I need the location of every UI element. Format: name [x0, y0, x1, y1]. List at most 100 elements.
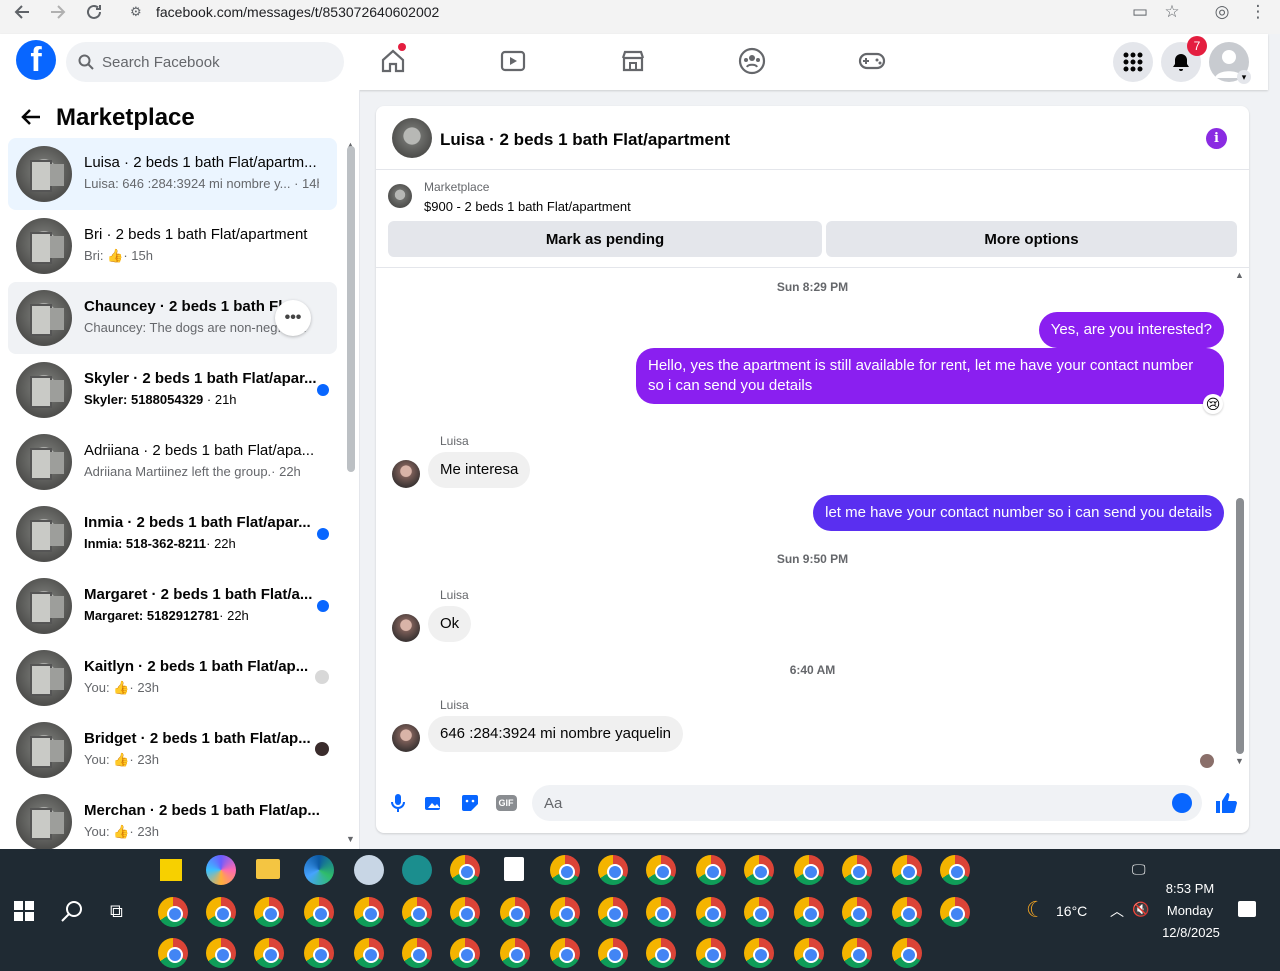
address-bar[interactable]: ⚙ facebook.com/messages/t/85307264060200…: [118, 0, 1198, 24]
mark-as-pending-button[interactable]: Mark as pending: [388, 221, 822, 257]
chrome-icon[interactable]: [500, 897, 530, 927]
weather-moon-icon[interactable]: ☾: [1026, 897, 1046, 923]
network-icon[interactable]: 🖵: [1132, 861, 1146, 878]
copilot-icon[interactable]: [206, 855, 236, 885]
chrome-icon[interactable]: [450, 938, 480, 968]
install-icon[interactable]: ▭: [1128, 0, 1152, 24]
chrome-icon[interactable]: [354, 938, 384, 968]
microphone-icon[interactable]: [386, 791, 410, 815]
sender-avatar[interactable]: [392, 460, 420, 488]
home-icon[interactable]: [378, 43, 408, 76]
chrome-icon[interactable]: [402, 897, 432, 927]
chrome-icon[interactable]: [892, 897, 922, 927]
video-icon[interactable]: [498, 46, 528, 76]
conversation-item[interactable]: Inmia · 2 beds 1 bath Flat/apar... Inmia…: [8, 498, 337, 570]
volume-muted-icon[interactable]: 🔇: [1132, 901, 1149, 918]
chrome-icon[interactable]: [940, 897, 970, 927]
chrome-icon[interactable]: [598, 938, 628, 968]
listing-price-title[interactable]: $900 - 2 beds 1 bath Flat/apartment: [424, 199, 631, 214]
search-icon[interactable]: [60, 899, 84, 928]
forward-icon[interactable]: [46, 0, 70, 24]
back-icon[interactable]: [10, 0, 34, 24]
chrome-icon[interactable]: [744, 897, 774, 927]
chrome-icon[interactable]: [450, 855, 480, 885]
account-avatar[interactable]: ▾: [1209, 42, 1251, 84]
chrome-icon[interactable]: [550, 897, 580, 927]
marketplace-icon[interactable]: [618, 46, 648, 76]
chrome-icon[interactable]: [696, 855, 726, 885]
browser-menu-icon[interactable]: ⋮: [1246, 0, 1270, 24]
chrome-icon[interactable]: [892, 938, 922, 968]
notifications-button[interactable]: 7: [1161, 36, 1207, 82]
back-arrow-icon[interactable]: [20, 106, 42, 135]
clock-date[interactable]: 12/8/2025: [1156, 925, 1226, 940]
chrome-icon[interactable]: [842, 938, 872, 968]
chrome-icon[interactable]: [254, 938, 284, 968]
chrome-icon[interactable]: [450, 897, 480, 927]
sticker-icon[interactable]: [458, 791, 482, 815]
conversation-item[interactable]: Luisa · 2 beds 1 bath Flat/apartm... Lui…: [8, 138, 337, 210]
chrome-icon[interactable]: [794, 897, 824, 927]
conversation-item[interactable]: Chauncey · 2 beds 1 bath Flat... Chaunce…: [8, 282, 337, 354]
app-icon[interactable]: [354, 855, 384, 885]
facebook-logo-icon[interactable]: f: [16, 40, 56, 80]
emoji-icon[interactable]: [1172, 793, 1192, 813]
chrome-icon[interactable]: [500, 938, 530, 968]
chrome-icon[interactable]: [744, 938, 774, 968]
chrome-icon[interactable]: [646, 855, 676, 885]
chrome-icon[interactable]: [646, 938, 676, 968]
chrome-icon[interactable]: [794, 938, 824, 968]
chrome-icon[interactable]: [206, 938, 236, 968]
more-options-button[interactable]: More options: [826, 221, 1237, 257]
conversations-scrollbar[interactable]: [347, 146, 355, 472]
conversation-item[interactable]: Kaitlyn · 2 beds 1 bath Flat/ap... You: …: [8, 642, 337, 714]
chat-avatar[interactable]: [392, 118, 432, 158]
site-info-icon[interactable]: ⚙: [130, 4, 142, 20]
chrome-icon[interactable]: [940, 855, 970, 885]
chrome-icon[interactable]: [696, 897, 726, 927]
chrome-icon[interactable]: [842, 855, 872, 885]
gaming-icon[interactable]: [857, 46, 887, 76]
groups-icon[interactable]: [737, 46, 767, 76]
clock-day[interactable]: Monday: [1160, 903, 1220, 918]
chrome-icon[interactable]: [842, 897, 872, 927]
chrome-icon[interactable]: [254, 897, 284, 927]
gif-icon[interactable]: GIF: [494, 791, 518, 815]
conversation-item[interactable]: Bri · 2 beds 1 bath Flat/apartment Bri: …: [8, 210, 337, 282]
notification-center-icon[interactable]: [1238, 901, 1256, 917]
reload-icon[interactable]: [82, 0, 106, 24]
chrome-icon[interactable]: [158, 938, 188, 968]
profile-icon[interactable]: ◎: [1210, 0, 1234, 24]
chrome-icon[interactable]: [158, 897, 188, 927]
chat-scroll-up-icon[interactable]: ▲: [1235, 270, 1244, 280]
chrome-icon[interactable]: [402, 938, 432, 968]
chrome-icon[interactable]: [744, 855, 774, 885]
message-input[interactable]: Aa: [532, 785, 1202, 821]
chat-scroll-down-icon[interactable]: ▼: [1235, 756, 1244, 766]
conversation-item[interactable]: Merchan · 2 beds 1 bath Flat/ap... You: …: [8, 786, 337, 849]
clock-time[interactable]: 8:53 PM: [1160, 881, 1220, 896]
thumbs-up-icon[interactable]: [1214, 791, 1238, 815]
sender-avatar[interactable]: [392, 614, 420, 642]
chrome-icon[interactable]: [696, 938, 726, 968]
chrome-icon[interactable]: [550, 938, 580, 968]
info-icon[interactable]: i: [1206, 128, 1227, 149]
conversation-more-button[interactable]: •••: [275, 300, 311, 336]
chrome-icon[interactable]: [550, 855, 580, 885]
chrome-icon[interactable]: [598, 855, 628, 885]
listing-thumbnail[interactable]: [388, 184, 412, 208]
conversation-item[interactable]: Skyler · 2 beds 1 bath Flat/apar... Skyl…: [8, 354, 337, 426]
edge-icon[interactable]: [304, 855, 334, 885]
chrome-icon[interactable]: [304, 938, 334, 968]
sender-avatar[interactable]: [392, 724, 420, 752]
app-icon[interactable]: [402, 855, 432, 885]
tray-chevron-icon[interactable]: ︿: [1110, 901, 1124, 921]
document-icon[interactable]: [504, 857, 524, 881]
task-view-icon[interactable]: ⧉: [110, 901, 123, 922]
conversation-item[interactable]: Bridget · 2 beds 1 bath Flat/ap... You: …: [8, 714, 337, 786]
menu-grid-button[interactable]: [1113, 42, 1153, 82]
chrome-icon[interactable]: [646, 897, 676, 927]
sticky-notes-icon[interactable]: [160, 859, 182, 881]
scroll-down-icon[interactable]: ▼: [346, 834, 355, 844]
bookmark-star-icon[interactable]: ☆: [1160, 0, 1184, 24]
